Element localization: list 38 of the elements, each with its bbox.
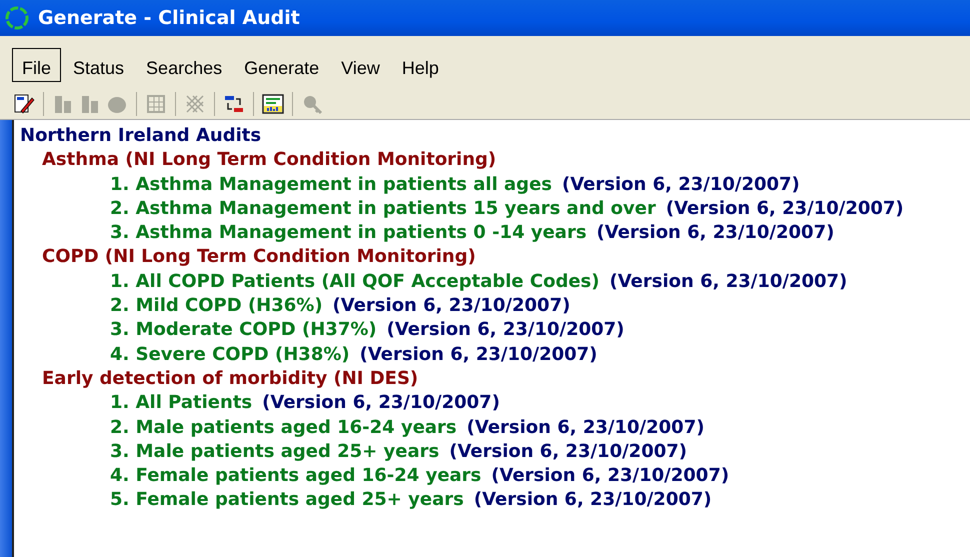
audit-title[interactable]: 1. Asthma Management in patients all ages bbox=[110, 174, 552, 195]
version-label: (Version 6, 23/10/2007) bbox=[386, 319, 624, 340]
audit-title[interactable]: 1. All COPD Patients (All QOF Acceptable Codes) bbox=[110, 270, 600, 292]
version-label: (Version 6, 23/10/2007) bbox=[666, 198, 904, 219]
audit-title[interactable]: 3. Moderate COPD (H37%) bbox=[110, 319, 377, 340]
tree-category[interactable]: COPD (NI Long Term Condition Monitoring) bbox=[42, 245, 970, 270]
version-label: (Version 6, 23/10/2007) bbox=[449, 440, 688, 462]
audit-title[interactable]: 3. Asthma Management in patients 0 -14 years bbox=[110, 222, 587, 244]
version-label: (Version 6, 23/10/2007) bbox=[360, 344, 598, 365]
tree-category[interactable]: Asthma (NI Long Term Condition Monitoring) bbox=[42, 148, 970, 173]
menu-item[interactable]: Searches bbox=[136, 54, 232, 82]
menu-item[interactable]: File bbox=[12, 48, 62, 82]
version-label: (Version 6, 23/10/2007) bbox=[610, 270, 848, 292]
audit-title[interactable]: 2. Mild COPD (H36%) bbox=[110, 295, 323, 316]
tree-category[interactable]: Early detection of morbidity (NI DES) bbox=[42, 366, 970, 392]
version-label: (Version 6, 23/10/2007) bbox=[596, 222, 834, 244]
menu-item[interactable]: View bbox=[331, 54, 390, 82]
tree-root[interactable]: Northern Ireland Audits bbox=[20, 124, 970, 148]
audit-title[interactable]: 2. Male patients aged 16-24 years bbox=[110, 416, 457, 438]
edit-icon[interactable] bbox=[12, 92, 36, 116]
version-label: (Version 6, 23/10/2007) bbox=[491, 465, 730, 486]
audit-title[interactable]: 3. Male patients aged 25+ years bbox=[110, 440, 440, 462]
app-icon bbox=[4, 5, 30, 31]
menu-item[interactable]: Generate bbox=[234, 54, 330, 82]
version-label: (Version 6, 23/10/2007) bbox=[332, 295, 570, 316]
version-label: (Version 6, 23/10/2007) bbox=[262, 392, 500, 414]
menu-item[interactable]: Status bbox=[63, 54, 134, 82]
version-label: (Version 6, 23/10/2007) bbox=[562, 174, 800, 195]
chart-icon[interactable] bbox=[261, 92, 285, 116]
version-label: (Version 6, 23/10/2007) bbox=[466, 416, 704, 438]
version-label: (Version 6, 23/10/2007) bbox=[474, 489, 712, 510]
audit-title[interactable]: 4. Severe COPD (H38%) bbox=[110, 344, 350, 365]
audit-title[interactable]: 4. Female patients aged 16-24 years bbox=[110, 465, 482, 486]
audit-title[interactable]: 5. Female patients aged 25+ years bbox=[110, 489, 464, 510]
window-title: Generate - Clinical Audit bbox=[38, 6, 300, 31]
audit-title[interactable]: 2. Asthma Management in patients 15 years and over bbox=[110, 198, 656, 219]
audit-title[interactable]: 1. All Patients bbox=[110, 392, 252, 414]
menu-item[interactable]: Help bbox=[392, 54, 449, 82]
